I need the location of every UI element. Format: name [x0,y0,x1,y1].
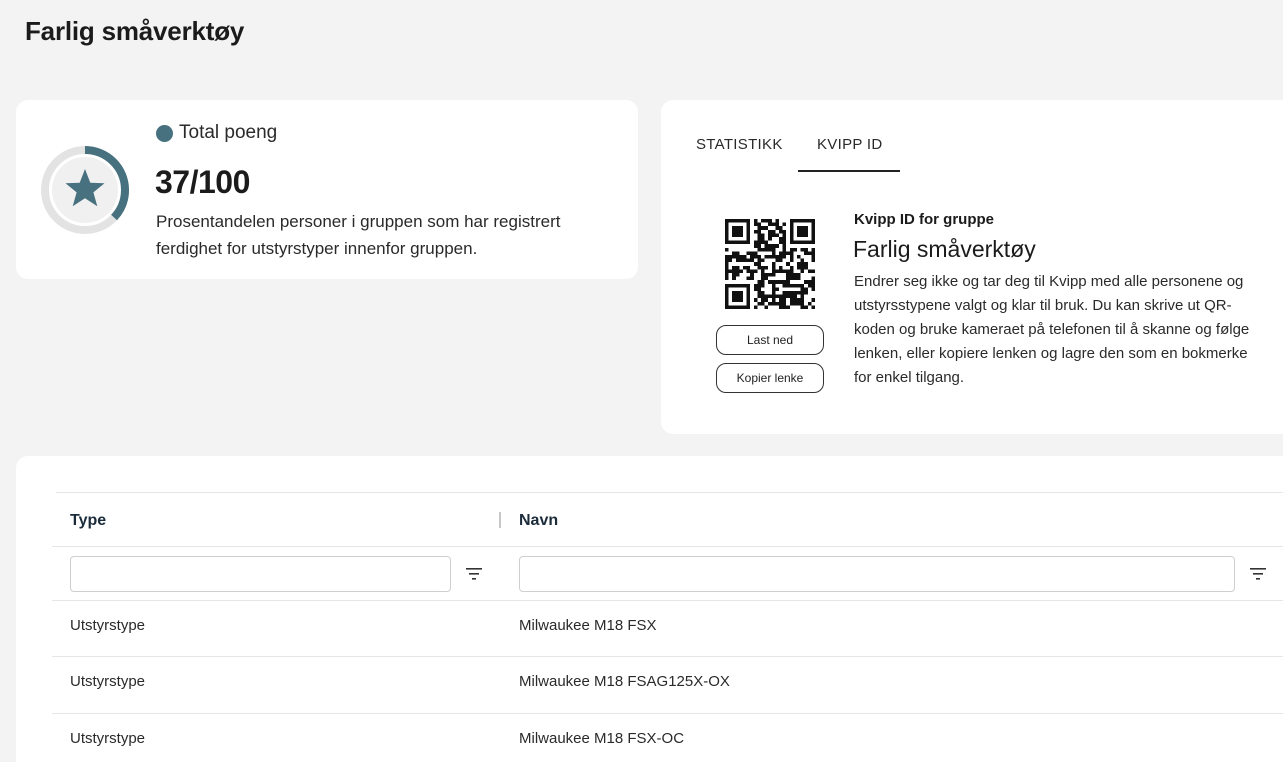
tab-statistikk[interactable]: STATISTIKK [696,136,783,153]
score-card: Total poeng 37/100 Prosentandelen person… [16,100,638,279]
score-progress-ring [41,146,129,234]
legend-dot [156,124,173,142]
score-description: Prosentandelen personer i gruppen som ha… [156,212,561,258]
download-button[interactable]: Last ned [716,325,824,355]
copy-link-button[interactable]: Kopier lenke [716,363,824,393]
score-label: Total poeng [179,122,278,143]
cell-name: Milwaukee M18 FSX [519,617,657,634]
kvipp-group-name: Farlig småverktøy [853,236,1036,262]
column-separator[interactable] [499,512,501,528]
cell-name: Milwaukee M18 FSAG125X-OX [519,673,730,690]
row-divider [52,713,1283,714]
equipment-table: Type Navn Utstyrstype Milwaukee M18 FSX … [16,456,1283,762]
column-header-type[interactable]: Type [70,512,106,530]
type-filter-input[interactable] [70,556,451,592]
kvipp-card: STATISTIKK KVIPP ID Last ned Kopier lenk… [661,100,1283,434]
filter-icon[interactable] [466,567,482,581]
filter-divider [52,600,1283,601]
cell-type: Utstyrstype [70,673,146,690]
cell-type: Utstyrstype [70,730,146,747]
column-header-name[interactable]: Navn [519,512,558,530]
score-legend: Total poeng [156,122,277,144]
row-divider [52,656,1283,657]
tab-kvipp-id[interactable]: KVIPP ID [817,136,882,153]
table-top-divider [56,492,1283,493]
name-filter-input[interactable] [519,556,1235,592]
filter-icon[interactable] [1250,567,1266,581]
cell-type: Utstyrstype [70,617,146,634]
cell-name: Milwaukee M18 FSX-OC [519,730,685,747]
score-value: 37/100 [155,164,250,200]
header-divider [52,546,1283,547]
page-title: Farlig småverktøy [25,16,245,46]
qr-code-icon [725,219,815,309]
kvipp-subtitle: Kvipp ID for gruppe [854,211,994,228]
active-tab-indicator [798,170,900,172]
kvipp-description: Endrer seg ikke og tar deg til Kvipp med… [854,273,1250,386]
